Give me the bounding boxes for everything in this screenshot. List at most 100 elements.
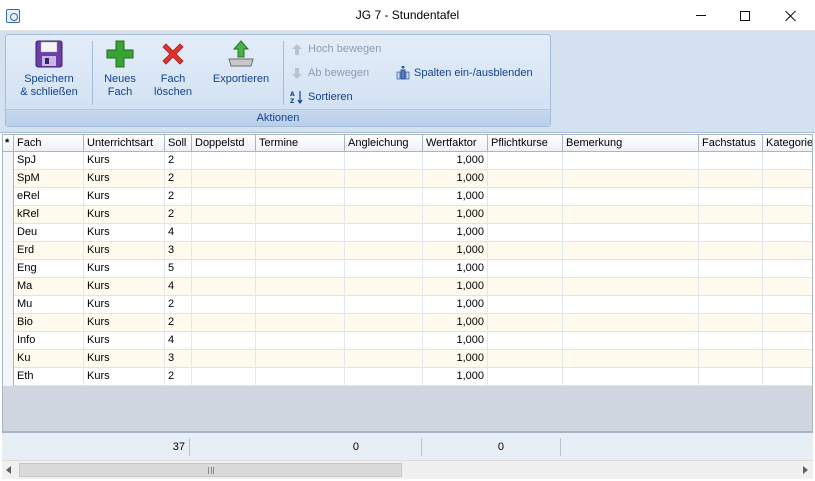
- delete-subject-button[interactable]: Fach löschen: [148, 39, 198, 99]
- row-selector[interactable]: [3, 278, 14, 296]
- cell-empty[interactable]: [563, 170, 699, 188]
- column-header[interactable]: Bemerkung: [563, 135, 699, 152]
- cell-empty[interactable]: [763, 296, 812, 314]
- cell-empty[interactable]: [763, 314, 812, 332]
- cell-empty[interactable]: [256, 314, 345, 332]
- cell-fach[interactable]: Ku: [14, 350, 84, 368]
- cell-empty[interactable]: [192, 206, 256, 224]
- table-row[interactable]: Deu Kurs 4 1,000: [3, 224, 812, 242]
- export-button[interactable]: Exportieren: [206, 39, 276, 86]
- cell-empty[interactable]: [563, 314, 699, 332]
- toggle-columns-button[interactable]: Spalten ein-/ausblenden: [396, 64, 533, 82]
- cell-empty[interactable]: [345, 350, 423, 368]
- cell-wertfaktor[interactable]: 1,000: [423, 332, 488, 350]
- cell-wertfaktor[interactable]: 1,000: [423, 170, 488, 188]
- cell-art[interactable]: Kurs: [84, 152, 165, 170]
- cell-art[interactable]: Kurs: [84, 350, 165, 368]
- table-row[interactable]: eRel Kurs 2 1,000: [3, 188, 812, 206]
- cell-empty[interactable]: [256, 188, 345, 206]
- table-row[interactable]: Ku Kurs 3 1,000: [3, 350, 812, 368]
- cell-empty[interactable]: [488, 242, 563, 260]
- cell-empty[interactable]: [192, 332, 256, 350]
- cell-art[interactable]: Kurs: [84, 368, 165, 386]
- cell-empty[interactable]: [488, 188, 563, 206]
- cell-empty[interactable]: [763, 260, 812, 278]
- cell-empty[interactable]: [345, 260, 423, 278]
- cell-soll[interactable]: 5: [165, 260, 192, 278]
- cell-empty[interactable]: [345, 314, 423, 332]
- cell-empty[interactable]: [488, 170, 563, 188]
- maximize-button[interactable]: [722, 0, 768, 31]
- cell-wertfaktor[interactable]: 1,000: [423, 278, 488, 296]
- row-selector[interactable]: [3, 206, 14, 224]
- cell-empty[interactable]: [192, 242, 256, 260]
- cell-empty[interactable]: [256, 242, 345, 260]
- cell-empty[interactable]: [256, 368, 345, 386]
- cell-fach[interactable]: Eth: [14, 368, 84, 386]
- cell-empty[interactable]: [192, 278, 256, 296]
- cell-empty[interactable]: [488, 278, 563, 296]
- cell-wertfaktor[interactable]: 1,000: [423, 350, 488, 368]
- cell-soll[interactable]: 2: [165, 296, 192, 314]
- cell-empty[interactable]: [192, 260, 256, 278]
- cell-empty[interactable]: [488, 152, 563, 170]
- move-up-button[interactable]: Hoch bewegen: [290, 40, 381, 58]
- row-selector[interactable]: [3, 170, 14, 188]
- cell-empty[interactable]: [699, 206, 763, 224]
- new-subject-button[interactable]: Neues Fach: [98, 39, 142, 99]
- cell-empty[interactable]: [563, 332, 699, 350]
- cell-wertfaktor[interactable]: 1,000: [423, 296, 488, 314]
- cell-soll[interactable]: 4: [165, 332, 192, 350]
- cell-empty[interactable]: [763, 152, 812, 170]
- column-header[interactable]: Wertfaktor: [423, 135, 488, 152]
- row-selector[interactable]: [3, 350, 14, 368]
- cell-empty[interactable]: [699, 332, 763, 350]
- sort-button[interactable]: A Z Sortieren: [290, 88, 353, 106]
- cell-wertfaktor[interactable]: 1,000: [423, 188, 488, 206]
- row-selector[interactable]: [3, 260, 14, 278]
- row-selector[interactable]: [3, 368, 14, 386]
- cell-empty[interactable]: [345, 152, 423, 170]
- table-row[interactable]: Bio Kurs 2 1,000: [3, 314, 812, 332]
- cell-wertfaktor[interactable]: 1,000: [423, 368, 488, 386]
- cell-art[interactable]: Kurs: [84, 332, 165, 350]
- table-row[interactable]: SpJ Kurs 2 1,000: [3, 152, 812, 170]
- cell-empty[interactable]: [256, 260, 345, 278]
- cell-empty[interactable]: [763, 350, 812, 368]
- table-row[interactable]: Mu Kurs 2 1,000: [3, 296, 812, 314]
- cell-empty[interactable]: [345, 368, 423, 386]
- cell-empty[interactable]: [256, 152, 345, 170]
- cell-empty[interactable]: [763, 224, 812, 242]
- row-selector[interactable]: [3, 188, 14, 206]
- cell-empty[interactable]: [256, 224, 345, 242]
- cell-empty[interactable]: [563, 350, 699, 368]
- cell-empty[interactable]: [563, 188, 699, 206]
- cell-empty[interactable]: [563, 296, 699, 314]
- cell-art[interactable]: Kurs: [84, 188, 165, 206]
- cell-fach[interactable]: Erd: [14, 242, 84, 260]
- cell-empty[interactable]: [563, 368, 699, 386]
- table-row[interactable]: SpM Kurs 2 1,000: [3, 170, 812, 188]
- cell-empty[interactable]: [763, 332, 812, 350]
- table-row[interactable]: Ma Kurs 4 1,000: [3, 278, 812, 296]
- cell-fach[interactable]: eRel: [14, 188, 84, 206]
- cell-empty[interactable]: [345, 278, 423, 296]
- cell-fach[interactable]: Eng: [14, 260, 84, 278]
- cell-art[interactable]: Kurs: [84, 242, 165, 260]
- cell-empty[interactable]: [763, 278, 812, 296]
- cell-empty[interactable]: [563, 242, 699, 260]
- cell-soll[interactable]: 2: [165, 188, 192, 206]
- cell-empty[interactable]: [563, 278, 699, 296]
- scrollbar-thumb[interactable]: [19, 463, 402, 477]
- cell-empty[interactable]: [192, 314, 256, 332]
- table-row[interactable]: Eng Kurs 5 1,000: [3, 260, 812, 278]
- column-header[interactable]: Termine: [256, 135, 345, 152]
- cell-empty[interactable]: [763, 170, 812, 188]
- cell-wertfaktor[interactable]: 1,000: [423, 260, 488, 278]
- column-header[interactable]: Fach: [14, 135, 84, 152]
- column-header[interactable]: Angleichung: [345, 135, 423, 152]
- cell-fach[interactable]: Bio: [14, 314, 84, 332]
- cell-empty[interactable]: [699, 170, 763, 188]
- cell-empty[interactable]: [345, 296, 423, 314]
- cell-empty[interactable]: [488, 350, 563, 368]
